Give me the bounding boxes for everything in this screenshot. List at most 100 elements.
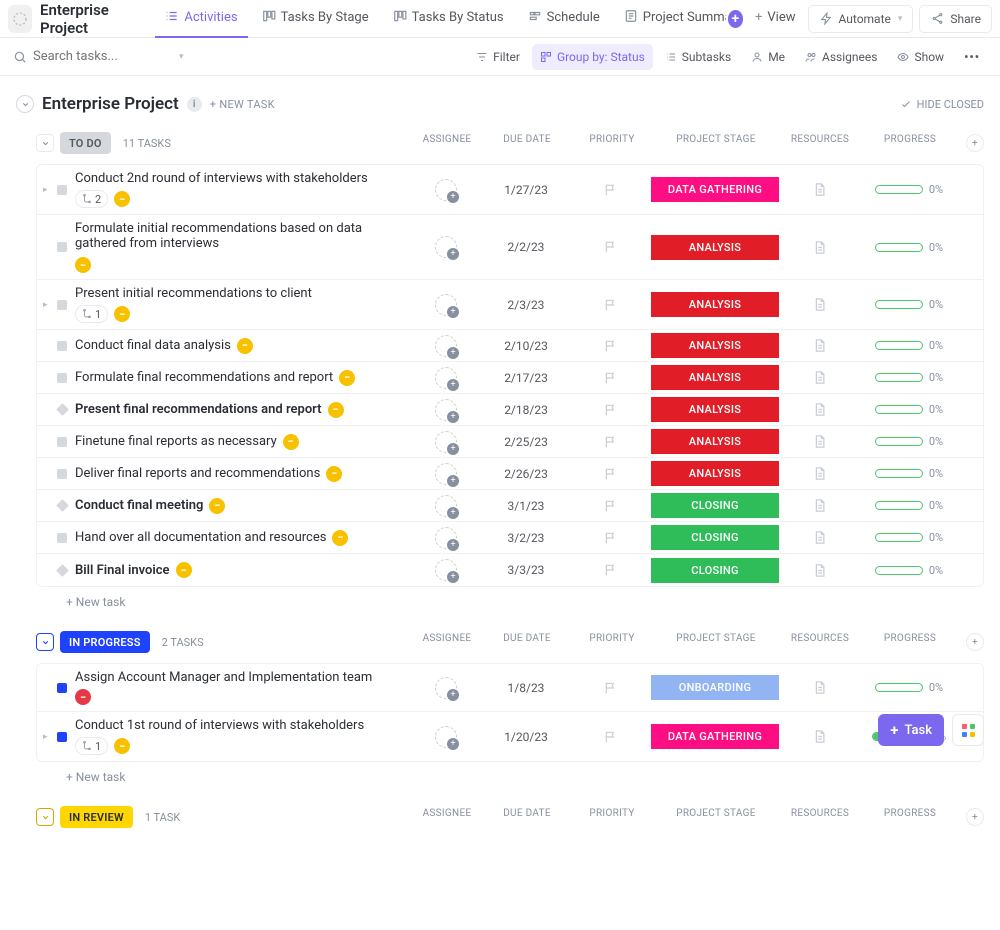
task-name[interactable]: Hand over all documentation and resource… [75, 524, 411, 552]
task-row[interactable]: ▸ Conduct 1st round of interviews with s… [37, 712, 983, 761]
priority-cell[interactable] [571, 365, 651, 390]
status-milestone-icon[interactable] [56, 403, 69, 416]
stage-cell[interactable]: CLOSING [651, 558, 779, 583]
status-square-icon[interactable] [57, 469, 67, 479]
add-column-icon[interactable]: + [966, 633, 984, 651]
group-by-button[interactable]: Group by: Status [532, 44, 653, 70]
assignee-empty-icon[interactable] [435, 335, 457, 357]
assignee-cell[interactable] [411, 235, 481, 260]
group-collapse-icon[interactable] [36, 134, 54, 152]
assignee-cell[interactable] [411, 461, 481, 486]
task-row[interactable]: Finetune final reports as necessary− 2/2… [37, 426, 983, 458]
progress-cell[interactable]: 0% [859, 333, 959, 358]
group-collapse-icon[interactable] [36, 633, 54, 651]
task-row[interactable]: Present final recommendations and report… [37, 394, 983, 426]
new-task-fab[interactable]: +Task [878, 714, 944, 746]
search-input[interactable] [33, 49, 173, 64]
progress-cell[interactable]: 0% [859, 461, 959, 486]
stage-cell[interactable]: CLOSING [651, 493, 779, 518]
status-square-icon[interactable] [57, 300, 67, 310]
priority-badge[interactable]: − [339, 370, 355, 386]
resources-cell[interactable] [779, 525, 859, 550]
progress-cell[interactable]: 0% [859, 177, 959, 202]
stage-cell[interactable]: ANALYSIS [651, 235, 779, 260]
due-date-cell[interactable]: 3/1/23 [481, 493, 571, 518]
add-view-icon[interactable]: + [728, 10, 743, 28]
add-column-icon[interactable]: + [966, 808, 984, 826]
priority-cell[interactable] [571, 525, 651, 550]
stage-cell[interactable]: ANALYSIS [651, 461, 779, 486]
apps-fab[interactable] [952, 714, 984, 746]
resources-cell[interactable] [779, 493, 859, 518]
priority-badge[interactable]: − [237, 338, 253, 354]
priority-cell[interactable] [571, 292, 651, 317]
task-row[interactable]: Formulate final recommendations and repo… [37, 362, 983, 394]
task-name[interactable]: Formulate final recommendations and repo… [75, 364, 411, 392]
subtasks-button[interactable]: Subtasks [657, 44, 739, 70]
task-name[interactable]: Assign Account Manager and Implementatio… [75, 664, 411, 711]
task-row[interactable]: Conduct final meeting− 3/1/23 CLOSING 0% [37, 490, 983, 522]
stage-cell[interactable]: ANALYSIS [651, 292, 779, 317]
priority-badge[interactable]: − [283, 434, 299, 450]
priority-badge[interactable]: − [75, 257, 91, 273]
assignee-cell[interactable] [411, 558, 481, 583]
subtask-badge[interactable]: 1 [75, 305, 108, 323]
assignee-cell[interactable] [411, 429, 481, 454]
due-date-cell[interactable]: 3/2/23 [481, 525, 571, 550]
assignee-cell[interactable] [411, 397, 481, 422]
task-name[interactable]: Conduct 1st round of interviews with sta… [75, 712, 411, 761]
subtask-badge[interactable]: 2 [75, 190, 108, 208]
priority-cell[interactable] [571, 397, 651, 422]
assignees-button[interactable]: Assignees [797, 44, 885, 70]
task-name[interactable]: Conduct final meeting− [75, 492, 411, 520]
due-date-cell[interactable]: 3/3/23 [481, 558, 571, 583]
tab-schedule[interactable]: Schedule [518, 0, 610, 38]
task-name[interactable]: Formulate initial recommendations based … [75, 215, 411, 279]
progress-cell[interactable]: 0% [859, 558, 959, 583]
priority-cell[interactable] [571, 461, 651, 486]
collapse-all-icon[interactable] [16, 95, 34, 113]
resources-cell[interactable] [779, 558, 859, 583]
assignee-empty-icon[interactable] [435, 367, 457, 389]
more-icon[interactable]: ••• [956, 44, 988, 70]
assignee-empty-icon[interactable] [435, 463, 457, 485]
task-name[interactable]: Deliver final reports and recommendation… [75, 460, 411, 488]
task-row[interactable]: Hand over all documentation and resource… [37, 522, 983, 554]
status-square-icon[interactable] [57, 533, 67, 543]
automate-button[interactable]: Automate ▾ [808, 5, 914, 33]
tab-activities[interactable]: Activities [155, 0, 247, 38]
resources-cell[interactable] [779, 397, 859, 422]
new-task-button[interactable]: + New task [36, 587, 984, 609]
due-date-cell[interactable]: 2/25/23 [481, 429, 571, 454]
show-button[interactable]: Show [889, 44, 952, 70]
due-date-cell[interactable]: 1/20/23 [481, 724, 571, 749]
stage-cell[interactable]: DATA GATHERING [651, 177, 779, 202]
assignee-empty-icon[interactable] [435, 495, 457, 517]
stage-cell[interactable]: DATA GATHERING [651, 724, 779, 749]
resources-cell[interactable] [779, 292, 859, 317]
due-date-cell[interactable]: 2/10/23 [481, 333, 571, 358]
task-name[interactable]: Conduct final data analysis− [75, 332, 411, 360]
assignee-empty-icon[interactable] [435, 677, 457, 699]
priority-badge[interactable]: − [326, 466, 342, 482]
progress-cell[interactable]: 0% [859, 493, 959, 518]
assignee-empty-icon[interactable] [435, 179, 457, 201]
add-column-icon[interactable]: + [966, 134, 984, 152]
task-row[interactable]: ▸ Conduct 2nd round of interviews with s… [37, 165, 983, 215]
priority-badge[interactable]: − [176, 562, 192, 578]
priority-cell[interactable] [571, 493, 651, 518]
task-row[interactable]: ▸ Present initial recommendations to cli… [37, 280, 983, 330]
info-icon[interactable]: i [187, 97, 202, 112]
assignee-cell[interactable] [411, 365, 481, 390]
share-button[interactable]: Share [919, 5, 992, 33]
status-square-icon[interactable] [57, 683, 67, 693]
assignee-empty-icon[interactable] [435, 294, 457, 316]
status-square-icon[interactable] [57, 373, 67, 383]
me-button[interactable]: Me [743, 44, 793, 70]
assignee-empty-icon[interactable] [435, 559, 457, 581]
stage-cell[interactable]: CLOSING [651, 525, 779, 550]
resources-cell[interactable] [779, 675, 859, 700]
priority-badge[interactable]: − [328, 402, 344, 418]
hide-closed-button[interactable]: HIDE CLOSED [900, 98, 984, 111]
task-row[interactable]: Assign Account Manager and Implementatio… [37, 664, 983, 712]
